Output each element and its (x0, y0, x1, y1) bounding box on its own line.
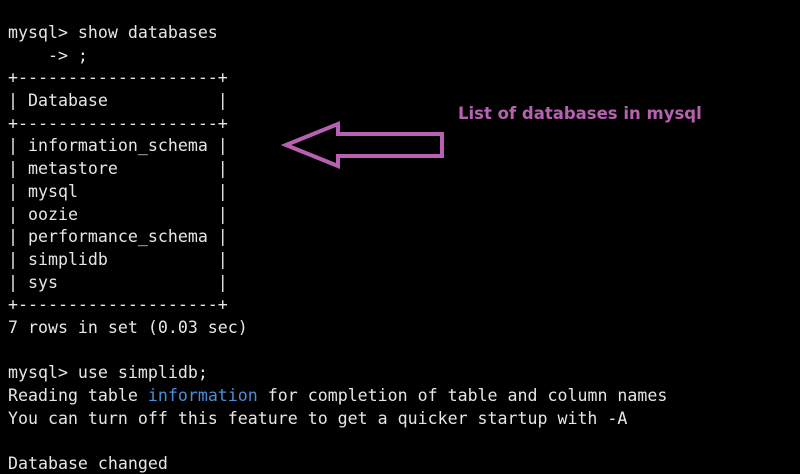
table-border-top: +--------------------+ (8, 68, 228, 88)
reading-table-line: Reading table information for completion… (8, 385, 667, 408)
annotation-label: List of databases in mysql (458, 104, 702, 123)
table-row: | simplidb | (8, 249, 228, 269)
terminal-output: mysql> show databases -> ; +-------------… (8, 22, 667, 474)
table-row: | performance_schema | (8, 227, 228, 247)
reading-text-end: for completion of table and column names (257, 386, 668, 405)
turn-off-line: You can turn off this feature to get a q… (8, 408, 628, 428)
left-arrow-icon (280, 121, 444, 169)
table-row: | mysql | (8, 181, 228, 201)
continuation-line: -> ; (8, 45, 88, 65)
row-count-line: 7 rows in set (0.03 sec) (8, 317, 248, 337)
table-row: | oozie | (8, 204, 228, 224)
table-row: | sys | (8, 272, 228, 292)
command-line: mysql> use simplidb; (8, 363, 208, 383)
table-border-bottom: +--------------------+ (8, 295, 228, 315)
command-line: mysql> show databases (8, 23, 218, 42)
reading-text-start: Reading table (8, 386, 148, 405)
terminal-window[interactable]: mysql> show databases -> ; +-------------… (0, 0, 800, 474)
database-changed-line: Database changed (8, 454, 168, 474)
highlighted-word: information (147, 386, 258, 405)
